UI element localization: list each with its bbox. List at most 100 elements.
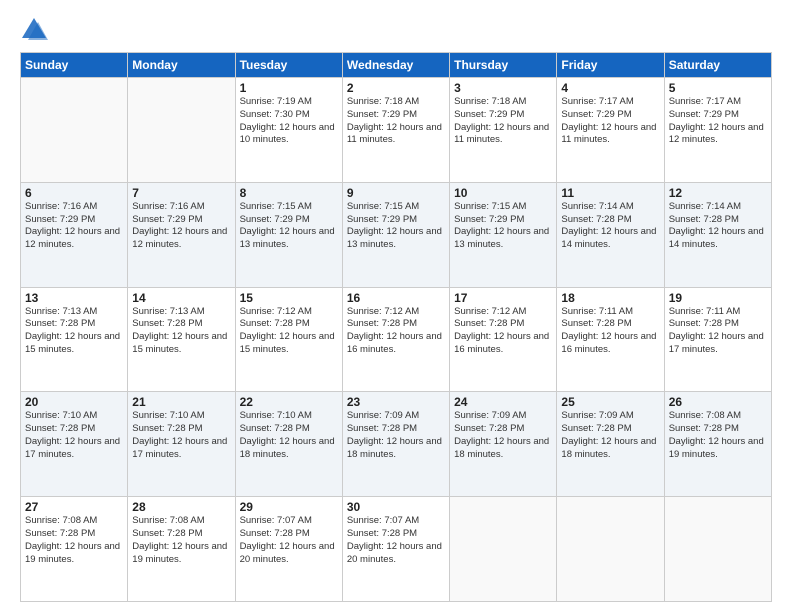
calendar-week-5: 27Sunrise: 7:08 AM Sunset: 7:28 PM Dayli…	[21, 497, 772, 602]
calendar-cell: 14Sunrise: 7:13 AM Sunset: 7:28 PM Dayli…	[128, 287, 235, 392]
day-number: 28	[132, 500, 230, 514]
day-number: 19	[669, 291, 767, 305]
day-number: 8	[240, 186, 338, 200]
day-number: 12	[669, 186, 767, 200]
cell-info: Sunrise: 7:14 AM Sunset: 7:28 PM Dayligh…	[561, 201, 659, 252]
cell-info: Sunrise: 7:12 AM Sunset: 7:28 PM Dayligh…	[347, 306, 445, 357]
day-number: 1	[240, 81, 338, 95]
cell-info: Sunrise: 7:12 AM Sunset: 7:28 PM Dayligh…	[240, 306, 338, 357]
calendar-cell: 29Sunrise: 7:07 AM Sunset: 7:28 PM Dayli…	[235, 497, 342, 602]
day-number: 23	[347, 395, 445, 409]
calendar-week-4: 20Sunrise: 7:10 AM Sunset: 7:28 PM Dayli…	[21, 392, 772, 497]
calendar-cell: 17Sunrise: 7:12 AM Sunset: 7:28 PM Dayli…	[450, 287, 557, 392]
day-number: 27	[25, 500, 123, 514]
calendar-cell: 11Sunrise: 7:14 AM Sunset: 7:28 PM Dayli…	[557, 182, 664, 287]
weekday-header-tuesday: Tuesday	[235, 53, 342, 78]
calendar-cell	[557, 497, 664, 602]
calendar-cell: 1Sunrise: 7:19 AM Sunset: 7:30 PM Daylig…	[235, 78, 342, 183]
calendar-cell: 3Sunrise: 7:18 AM Sunset: 7:29 PM Daylig…	[450, 78, 557, 183]
calendar-body: 1Sunrise: 7:19 AM Sunset: 7:30 PM Daylig…	[21, 78, 772, 602]
cell-info: Sunrise: 7:14 AM Sunset: 7:28 PM Dayligh…	[669, 201, 767, 252]
cell-info: Sunrise: 7:13 AM Sunset: 7:28 PM Dayligh…	[25, 306, 123, 357]
weekday-header-thursday: Thursday	[450, 53, 557, 78]
cell-info: Sunrise: 7:12 AM Sunset: 7:28 PM Dayligh…	[454, 306, 552, 357]
calendar-cell: 23Sunrise: 7:09 AM Sunset: 7:28 PM Dayli…	[342, 392, 449, 497]
day-number: 10	[454, 186, 552, 200]
cell-info: Sunrise: 7:18 AM Sunset: 7:29 PM Dayligh…	[454, 96, 552, 147]
calendar-cell: 10Sunrise: 7:15 AM Sunset: 7:29 PM Dayli…	[450, 182, 557, 287]
day-number: 9	[347, 186, 445, 200]
calendar-cell: 8Sunrise: 7:15 AM Sunset: 7:29 PM Daylig…	[235, 182, 342, 287]
day-number: 29	[240, 500, 338, 514]
cell-info: Sunrise: 7:09 AM Sunset: 7:28 PM Dayligh…	[561, 410, 659, 461]
cell-info: Sunrise: 7:16 AM Sunset: 7:29 PM Dayligh…	[132, 201, 230, 252]
cell-info: Sunrise: 7:08 AM Sunset: 7:28 PM Dayligh…	[25, 515, 123, 566]
calendar-cell: 18Sunrise: 7:11 AM Sunset: 7:28 PM Dayli…	[557, 287, 664, 392]
day-number: 22	[240, 395, 338, 409]
day-number: 3	[454, 81, 552, 95]
calendar-cell: 20Sunrise: 7:10 AM Sunset: 7:28 PM Dayli…	[21, 392, 128, 497]
calendar-cell: 28Sunrise: 7:08 AM Sunset: 7:28 PM Dayli…	[128, 497, 235, 602]
weekday-header-wednesday: Wednesday	[342, 53, 449, 78]
day-number: 24	[454, 395, 552, 409]
logo	[20, 16, 52, 44]
calendar-cell: 30Sunrise: 7:07 AM Sunset: 7:28 PM Dayli…	[342, 497, 449, 602]
calendar-cell: 27Sunrise: 7:08 AM Sunset: 7:28 PM Dayli…	[21, 497, 128, 602]
calendar-cell: 7Sunrise: 7:16 AM Sunset: 7:29 PM Daylig…	[128, 182, 235, 287]
cell-info: Sunrise: 7:19 AM Sunset: 7:30 PM Dayligh…	[240, 96, 338, 147]
day-number: 26	[669, 395, 767, 409]
cell-info: Sunrise: 7:08 AM Sunset: 7:28 PM Dayligh…	[669, 410, 767, 461]
day-number: 21	[132, 395, 230, 409]
calendar-cell: 9Sunrise: 7:15 AM Sunset: 7:29 PM Daylig…	[342, 182, 449, 287]
cell-info: Sunrise: 7:15 AM Sunset: 7:29 PM Dayligh…	[347, 201, 445, 252]
calendar-cell	[21, 78, 128, 183]
cell-info: Sunrise: 7:13 AM Sunset: 7:28 PM Dayligh…	[132, 306, 230, 357]
logo-icon	[20, 16, 48, 44]
day-number: 14	[132, 291, 230, 305]
cell-info: Sunrise: 7:16 AM Sunset: 7:29 PM Dayligh…	[25, 201, 123, 252]
cell-info: Sunrise: 7:10 AM Sunset: 7:28 PM Dayligh…	[25, 410, 123, 461]
cell-info: Sunrise: 7:10 AM Sunset: 7:28 PM Dayligh…	[132, 410, 230, 461]
header	[20, 16, 772, 44]
calendar-header: SundayMondayTuesdayWednesdayThursdayFrid…	[21, 53, 772, 78]
calendar-cell: 5Sunrise: 7:17 AM Sunset: 7:29 PM Daylig…	[664, 78, 771, 183]
weekday-row: SundayMondayTuesdayWednesdayThursdayFrid…	[21, 53, 772, 78]
day-number: 2	[347, 81, 445, 95]
page: SundayMondayTuesdayWednesdayThursdayFrid…	[0, 0, 792, 612]
day-number: 16	[347, 291, 445, 305]
calendar-cell: 21Sunrise: 7:10 AM Sunset: 7:28 PM Dayli…	[128, 392, 235, 497]
calendar-cell: 2Sunrise: 7:18 AM Sunset: 7:29 PM Daylig…	[342, 78, 449, 183]
weekday-header-sunday: Sunday	[21, 53, 128, 78]
cell-info: Sunrise: 7:15 AM Sunset: 7:29 PM Dayligh…	[240, 201, 338, 252]
weekday-header-saturday: Saturday	[664, 53, 771, 78]
calendar-table: SundayMondayTuesdayWednesdayThursdayFrid…	[20, 52, 772, 602]
day-number: 6	[25, 186, 123, 200]
calendar-cell: 6Sunrise: 7:16 AM Sunset: 7:29 PM Daylig…	[21, 182, 128, 287]
calendar-week-3: 13Sunrise: 7:13 AM Sunset: 7:28 PM Dayli…	[21, 287, 772, 392]
day-number: 18	[561, 291, 659, 305]
cell-info: Sunrise: 7:09 AM Sunset: 7:28 PM Dayligh…	[347, 410, 445, 461]
day-number: 17	[454, 291, 552, 305]
cell-info: Sunrise: 7:11 AM Sunset: 7:28 PM Dayligh…	[561, 306, 659, 357]
day-number: 30	[347, 500, 445, 514]
day-number: 25	[561, 395, 659, 409]
cell-info: Sunrise: 7:18 AM Sunset: 7:29 PM Dayligh…	[347, 96, 445, 147]
day-number: 20	[25, 395, 123, 409]
calendar-cell: 26Sunrise: 7:08 AM Sunset: 7:28 PM Dayli…	[664, 392, 771, 497]
day-number: 4	[561, 81, 659, 95]
calendar-cell: 19Sunrise: 7:11 AM Sunset: 7:28 PM Dayli…	[664, 287, 771, 392]
cell-info: Sunrise: 7:10 AM Sunset: 7:28 PM Dayligh…	[240, 410, 338, 461]
cell-info: Sunrise: 7:07 AM Sunset: 7:28 PM Dayligh…	[240, 515, 338, 566]
cell-info: Sunrise: 7:17 AM Sunset: 7:29 PM Dayligh…	[561, 96, 659, 147]
calendar-cell: 13Sunrise: 7:13 AM Sunset: 7:28 PM Dayli…	[21, 287, 128, 392]
calendar-cell	[450, 497, 557, 602]
day-number: 11	[561, 186, 659, 200]
day-number: 7	[132, 186, 230, 200]
calendar-cell	[664, 497, 771, 602]
cell-info: Sunrise: 7:08 AM Sunset: 7:28 PM Dayligh…	[132, 515, 230, 566]
cell-info: Sunrise: 7:15 AM Sunset: 7:29 PM Dayligh…	[454, 201, 552, 252]
day-number: 13	[25, 291, 123, 305]
day-number: 5	[669, 81, 767, 95]
cell-info: Sunrise: 7:11 AM Sunset: 7:28 PM Dayligh…	[669, 306, 767, 357]
weekday-header-friday: Friday	[557, 53, 664, 78]
